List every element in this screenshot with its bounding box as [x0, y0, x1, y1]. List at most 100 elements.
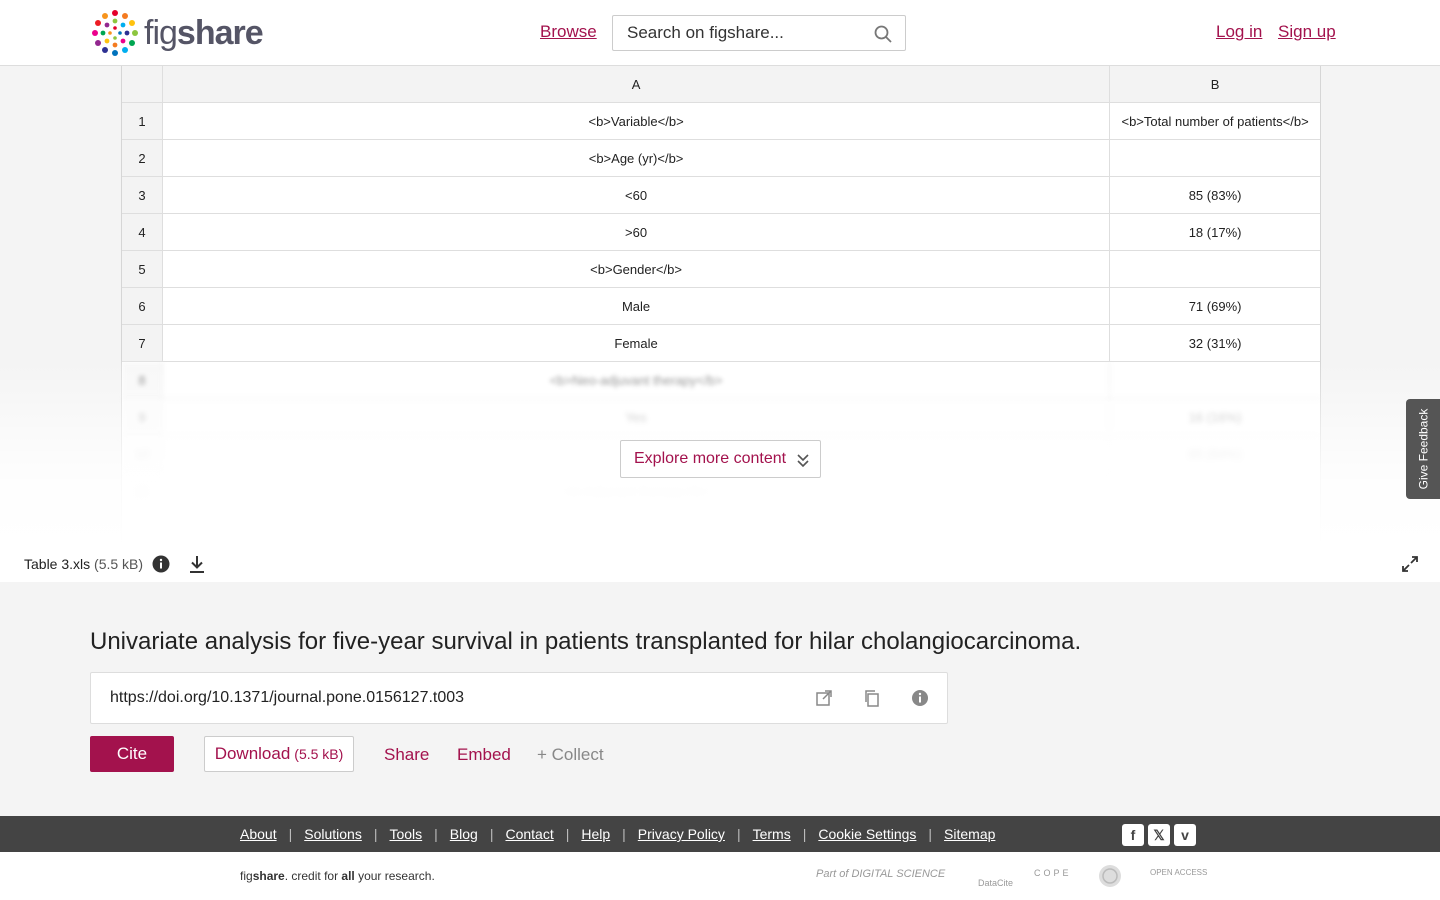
search-box [612, 15, 906, 51]
x-twitter-icon[interactable]: 𝕏 [1148, 824, 1170, 846]
row-number: 11 [122, 473, 163, 509]
login-link[interactable]: Log in [1216, 22, 1262, 42]
site-header: figshare Browse Log in Sign up [0, 0, 1440, 66]
explore-more-button[interactable]: Explore more content [620, 440, 821, 478]
embed-link[interactable]: Embed [457, 745, 511, 765]
download-size: (5.5 kB) [294, 746, 344, 762]
cope-logo[interactable]: COPE [1034, 868, 1072, 878]
table-cell: 71 (69%) [1188, 298, 1242, 314]
item-details: Univariate analysis for five-year surviv… [0, 582, 1440, 816]
doi-link[interactable]: https://doi.org/10.1371/journal.pone.015… [110, 689, 464, 707]
footer-tagline: figshare. credit for all your research. [240, 869, 435, 883]
copy-icon[interactable] [863, 689, 881, 707]
digital-science-logo[interactable]: Part of DIGITAL SCIENCE [816, 868, 945, 880]
share-link[interactable]: Share [384, 745, 429, 765]
footer-nav: About | Solutions | Tools | Blog | Contact | … [0, 816, 1440, 852]
table-cell [1110, 510, 1320, 546]
table-cell: <b>Age (yr)</b> [163, 140, 1111, 176]
table-cell: 16 (16%) [1188, 409, 1242, 425]
row-number: 12 [122, 510, 163, 546]
row-number: 3 [122, 177, 163, 213]
item-title: Univariate analysis for five-year surviv… [90, 628, 1082, 655]
column-header: B [1110, 66, 1320, 102]
table-row: 9 Yes 16 (16%) [122, 399, 1320, 436]
footer-link-help[interactable]: Help [581, 826, 610, 842]
download-label: Download [214, 744, 291, 763]
datacite-logo[interactable]: DataCite [978, 878, 1013, 888]
membership-seal-icon[interactable] [1098, 864, 1122, 888]
table-cell: <b>Gender</b> [163, 251, 1111, 287]
table-cell: >60 [163, 214, 1111, 250]
open-access-logo[interactable]: OPEN ACCESS [1150, 868, 1207, 877]
vimeo-icon[interactable]: v [1174, 824, 1196, 846]
file-preview: A B 1 <b>Variable</b> <b>Total number of p… [0, 66, 1440, 546]
table-row: 4 >60 18 (17%) [122, 214, 1320, 251]
separator: | [565, 826, 570, 842]
row-number: 5 [122, 251, 163, 287]
row-number: 1 [122, 103, 163, 139]
signup-link[interactable]: Sign up [1278, 22, 1336, 42]
external-link-icon[interactable] [815, 689, 833, 707]
footer-link-privacy[interactable]: Privacy Policy [638, 826, 725, 842]
collect-link[interactable]: + Collect [537, 745, 604, 765]
file-name: Table 3.xls (5.5 kB) [24, 556, 144, 572]
column-header: A [162, 66, 1111, 102]
table-cell: <b>Variable</b> [163, 103, 1111, 139]
footer-link-about[interactable]: About [240, 826, 277, 842]
figshare-logo-icon [92, 10, 138, 56]
footer-link-cookie-settings[interactable]: Cookie Settings [818, 826, 916, 842]
footer-link-blog[interactable]: Blog [450, 826, 478, 842]
table-cell: 85 (83%) [1188, 187, 1242, 203]
fullscreen-icon[interactable] [1402, 556, 1418, 572]
footer-link-tools[interactable]: Tools [389, 826, 422, 842]
table-row: 12 Yes [122, 510, 1320, 546]
separator: | [373, 826, 378, 842]
footer-bottom: figshare. credit for all your research. … [0, 852, 1440, 900]
table-cell [1110, 140, 1320, 176]
table-cell [1110, 473, 1320, 509]
table-row: 11 <b>Adjuvant therapy</b> [122, 473, 1320, 510]
table-cell: 18 (17%) [1188, 224, 1242, 240]
footer-link-solutions[interactable]: Solutions [304, 826, 362, 842]
file-size: (5.5 kB) [94, 556, 144, 572]
separator: | [802, 826, 807, 842]
footer-link-contact[interactable]: Contact [505, 826, 553, 842]
spreadsheet-header-row: A B [122, 66, 1320, 103]
table-cell: 32 (31%) [1188, 335, 1242, 351]
search-input[interactable] [613, 16, 863, 50]
row-number: 7 [122, 325, 163, 361]
table-row: 2 <b>Age (yr)</b> [122, 140, 1320, 177]
info-icon[interactable] [152, 555, 170, 573]
row-number: 6 [122, 288, 163, 324]
search-icon[interactable] [873, 24, 893, 44]
figshare-logo[interactable]: figshare [90, 8, 264, 58]
separator: | [489, 826, 494, 842]
footer-link-sitemap[interactable]: Sitemap [944, 826, 995, 842]
info-icon[interactable] [911, 689, 929, 707]
file-bar: Table 3.xls (5.5 kB) [0, 546, 1440, 582]
double-chevron-down-icon [797, 454, 809, 468]
give-feedback-tab[interactable]: Give Feedback [1406, 399, 1440, 499]
table-cell: Yes [163, 399, 1111, 435]
table-cell: Male [163, 288, 1111, 324]
separator: | [288, 826, 293, 842]
table-row: 7 Female 32 (31%) [122, 325, 1320, 362]
row-number: 9 [122, 399, 163, 435]
footer-link-terms[interactable]: Terms [753, 826, 791, 842]
row-number: 2 [122, 140, 163, 176]
table-cell: Yes [163, 510, 1111, 546]
table-cell: <b>Adjuvant therapy</b> [163, 473, 1111, 509]
give-feedback-label: Give Feedback [1416, 408, 1430, 490]
separator: | [622, 826, 626, 842]
explore-more-label: Explore more content [634, 450, 787, 467]
separator: | [928, 826, 933, 842]
logo-wordmark: figshare [144, 13, 264, 52]
download-icon[interactable] [188, 554, 206, 574]
facebook-icon[interactable]: f [1122, 824, 1144, 846]
browse-link[interactable]: Browse [540, 22, 597, 42]
table-cell: <b>Total number of patients</b> [1121, 113, 1309, 129]
table-cell: 85 (84%) [1188, 446, 1242, 462]
download-button[interactable]: Download (5.5 kB) [204, 736, 354, 772]
doi-box: https://doi.org/10.1371/journal.pone.015… [90, 672, 948, 724]
cite-button[interactable]: Cite [90, 736, 174, 772]
